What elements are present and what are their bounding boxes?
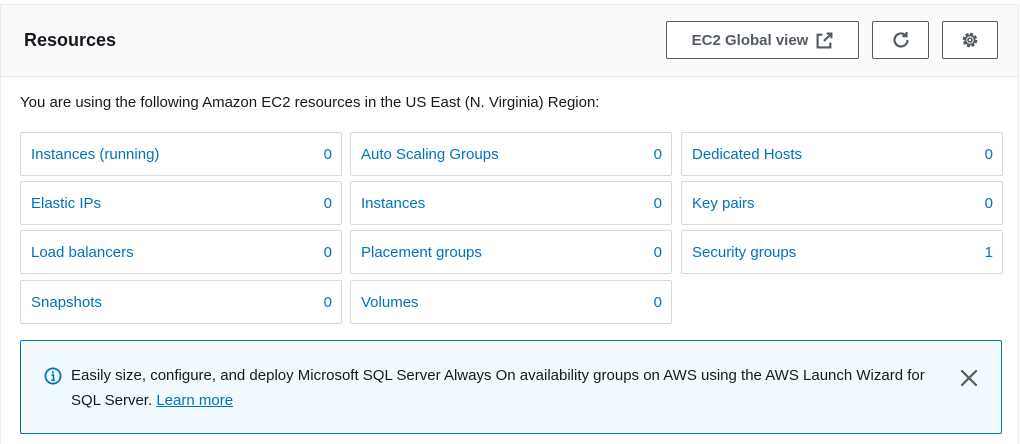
resource-label: Security groups	[692, 243, 797, 261]
resource-count: 1	[984, 243, 993, 261]
resource-label: Snapshots	[31, 293, 102, 311]
panel-header: Resources EC2 Global view	[1, 5, 1018, 77]
resource-label: Placement groups	[361, 243, 482, 261]
resource-tile-instances-running[interactable]: Instances (running) 0	[20, 132, 342, 176]
refresh-button[interactable]	[872, 21, 929, 59]
resource-label: Volumes	[361, 293, 419, 311]
resource-tile-dedicated-hosts[interactable]: Dedicated Hosts 0	[681, 132, 1003, 176]
resource-tile-instances[interactable]: Instances 0	[350, 181, 672, 225]
resource-count: 0	[653, 293, 662, 311]
resource-tile-security-groups[interactable]: Security groups 1	[681, 230, 1003, 274]
ec2-global-view-label: EC2 Global view	[691, 31, 809, 49]
external-link-icon	[816, 32, 833, 48]
resource-count: 0	[653, 145, 662, 163]
resource-count: 0	[984, 145, 993, 163]
resource-label: Elastic IPs	[31, 194, 102, 212]
resource-count: 0	[323, 293, 332, 311]
info-alert: Easily size, configure, and deploy Micro…	[20, 340, 1002, 434]
refresh-icon	[892, 32, 909, 48]
resources-description: You are using the following Amazon EC2 r…	[20, 94, 600, 111]
resource-tile-auto-scaling-groups[interactable]: Auto Scaling Groups 0	[350, 132, 672, 176]
resource-label: Dedicated Hosts	[692, 145, 803, 163]
gear-icon	[962, 32, 978, 48]
resource-tile-key-pairs[interactable]: Key pairs 0	[681, 181, 1003, 225]
resource-count: 0	[323, 243, 332, 261]
resource-count: 0	[653, 194, 662, 212]
ec2-global-view-button[interactable]: EC2 Global view	[666, 21, 859, 59]
alert-message: Easily size, configure, and deploy Micro…	[71, 363, 931, 413]
resource-count: 0	[323, 194, 332, 212]
resource-label: Instances (running)	[31, 145, 160, 163]
resource-tile-load-balancers[interactable]: Load balancers 0	[20, 230, 342, 274]
resource-label: Key pairs	[692, 194, 755, 212]
resource-tile-placement-groups[interactable]: Placement groups 0	[350, 230, 672, 274]
learn-more-link[interactable]: Learn more	[156, 392, 233, 409]
resource-label: Load balancers	[31, 243, 134, 261]
settings-button[interactable]	[942, 21, 998, 59]
resource-count: 0	[323, 145, 332, 163]
resource-label: Instances	[361, 194, 426, 212]
resources-panel: Resources EC2 Global view You are using …	[0, 4, 1019, 444]
resource-tile-elastic-ips[interactable]: Elastic IPs 0	[20, 181, 342, 225]
info-icon	[44, 367, 62, 385]
resource-tile-volumes[interactable]: Volumes 0	[350, 280, 672, 324]
resource-tile-snapshots[interactable]: Snapshots 0	[20, 280, 342, 324]
panel-title: Resources	[24, 30, 117, 50]
resource-count: 0	[984, 194, 993, 212]
resource-count: 0	[653, 243, 662, 261]
close-icon[interactable]	[958, 367, 980, 389]
resource-label: Auto Scaling Groups	[361, 145, 499, 163]
